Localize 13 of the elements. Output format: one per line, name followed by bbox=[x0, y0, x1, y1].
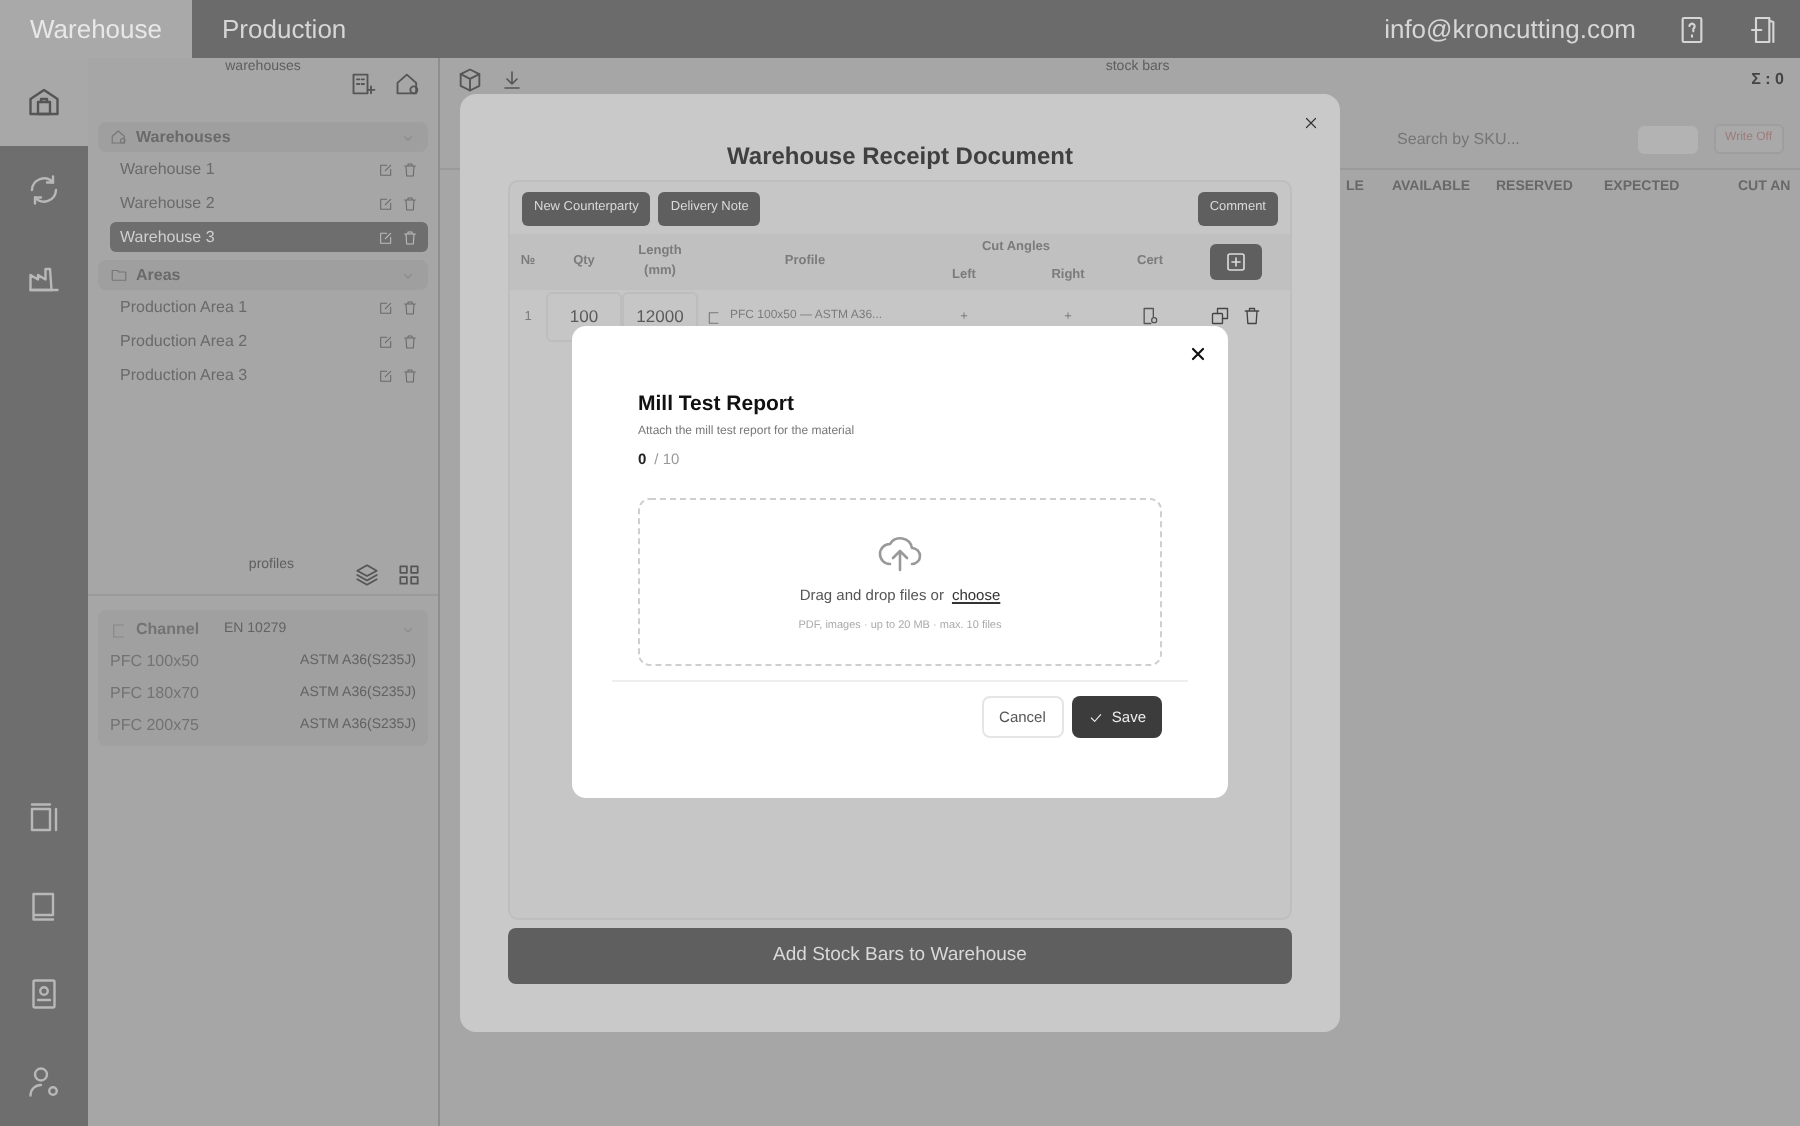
submit-button[interactable]: Add Stock Bars to Warehouse bbox=[508, 928, 1292, 984]
sidebar-item[interactable]: Warehouse 3 bbox=[120, 225, 378, 249]
nav-tab[interactable]: Production bbox=[192, 0, 377, 58]
total-count: Σ : 0 bbox=[1751, 68, 1784, 92]
dialog-title: Mill Test Report bbox=[638, 390, 796, 420]
sidebar-item[interactable]: Warehouse 1 bbox=[120, 157, 378, 181]
email-label: info@kroncutting.com bbox=[1384, 11, 1636, 48]
sidebar-item[interactable]: Production Area 1 bbox=[120, 295, 378, 319]
dialog-title: Warehouse Receipt Document bbox=[725, 140, 1075, 174]
sidebar-item[interactable]: Production Area 3 bbox=[120, 363, 378, 387]
sidebar-item[interactable]: Warehouse 2 bbox=[120, 191, 378, 215]
nav-tab[interactable]: Warehouse bbox=[0, 0, 192, 58]
sidebar-item[interactable]: Production Area 2 bbox=[120, 329, 378, 353]
